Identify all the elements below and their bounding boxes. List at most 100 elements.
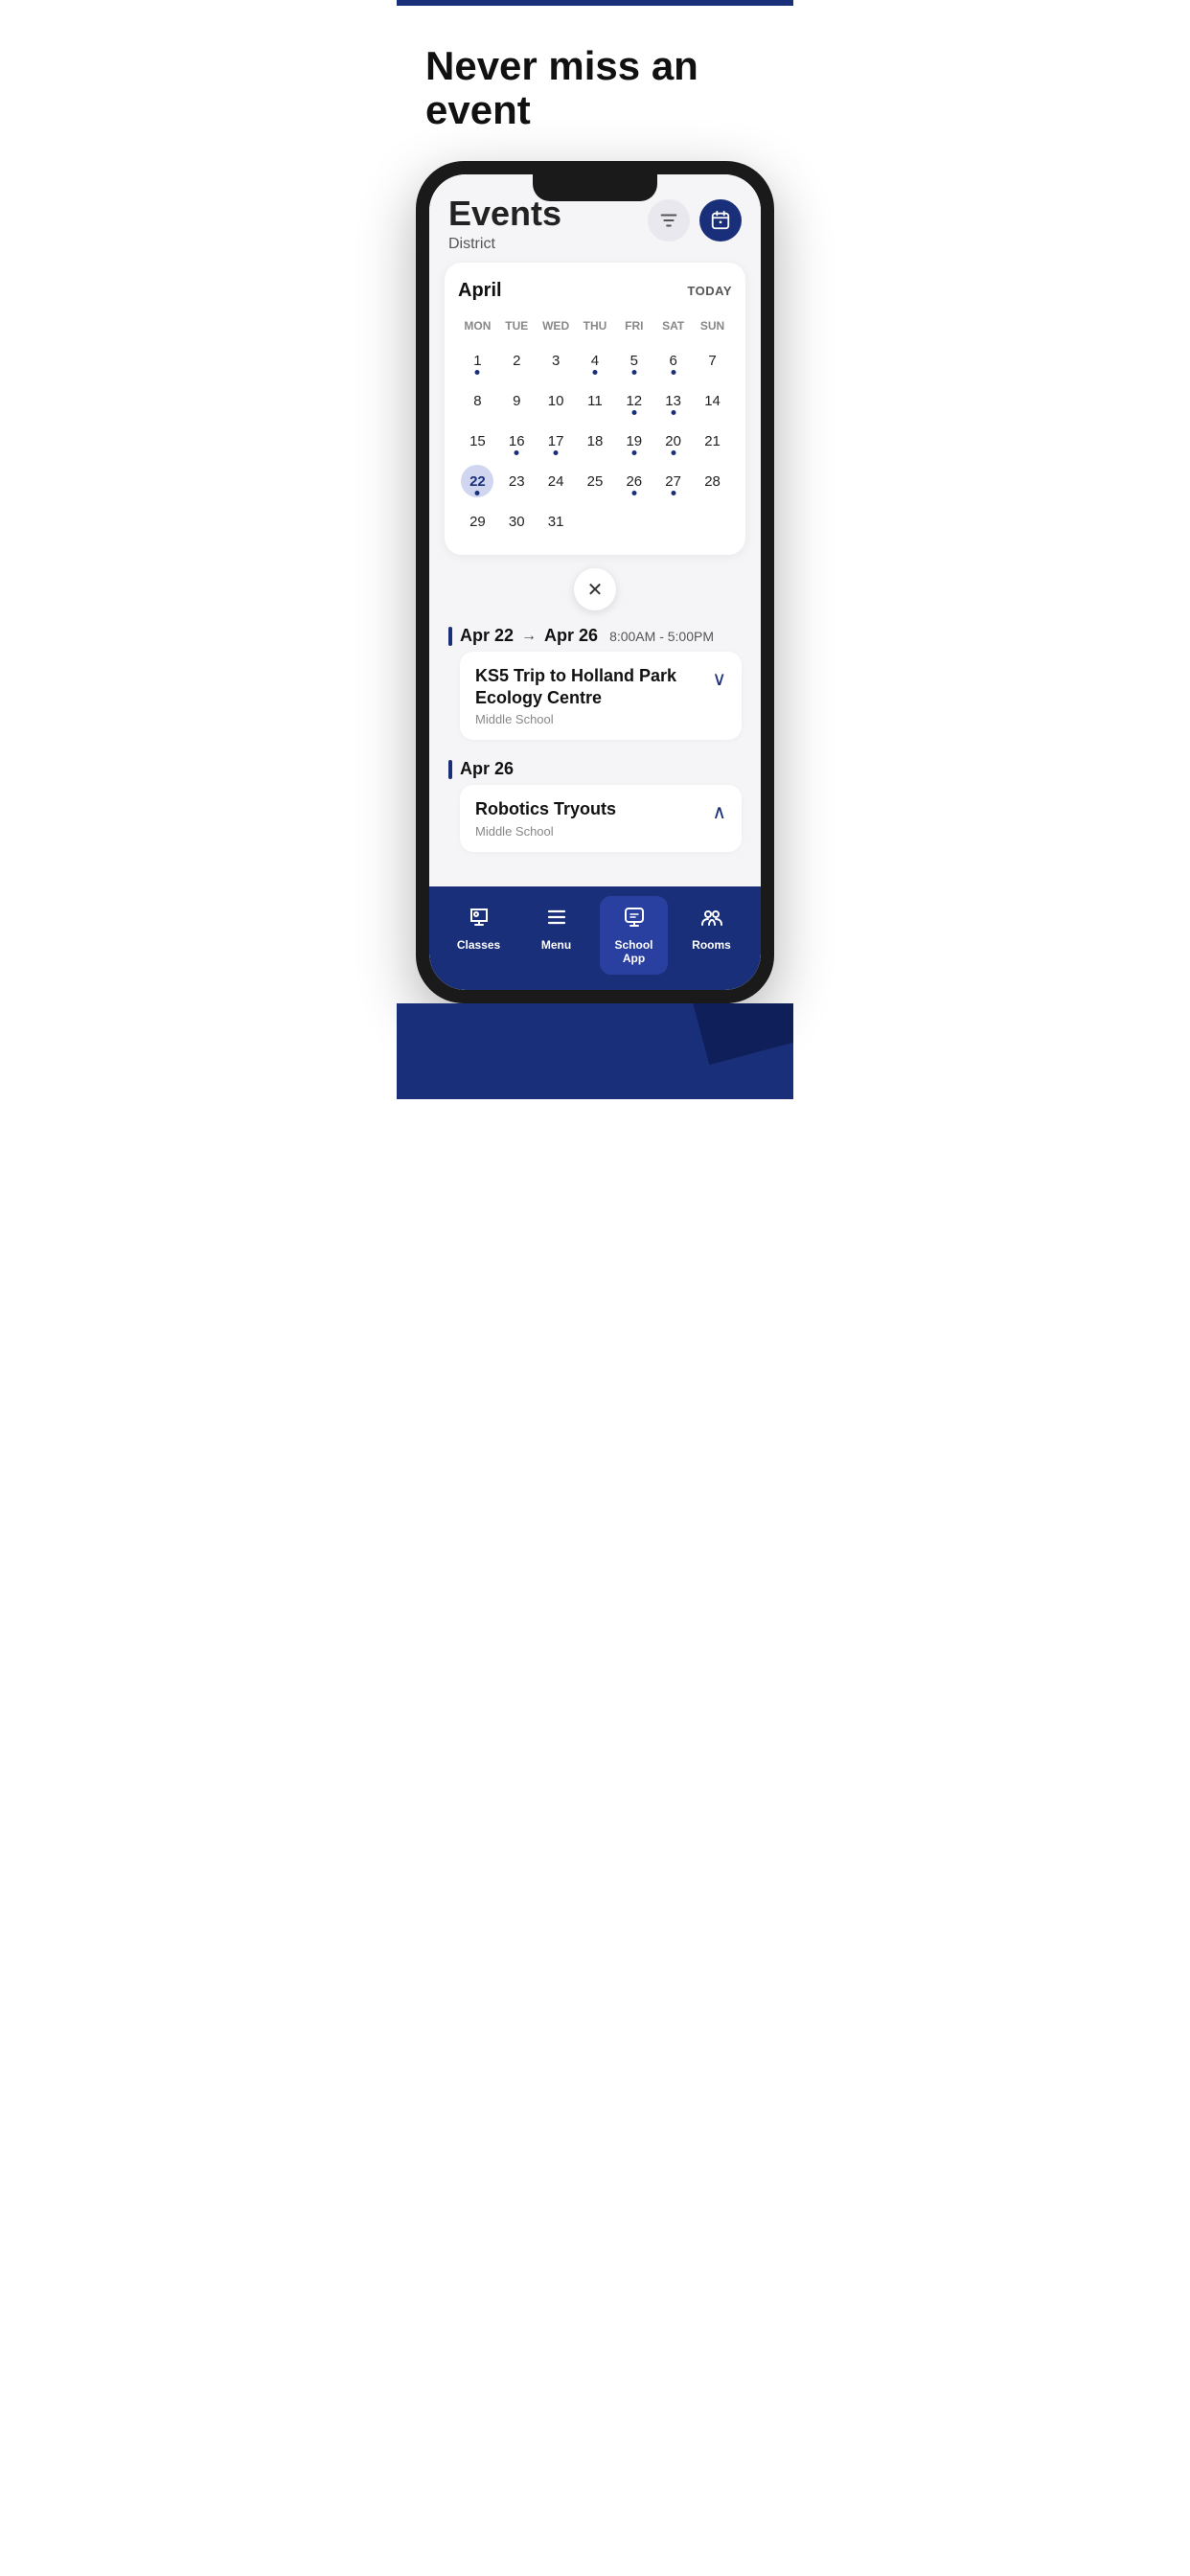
event-dot — [671, 491, 675, 495]
calendar-day-cell[interactable]: 24 — [537, 461, 576, 501]
event-card[interactable]: Robotics TryoutsMiddle School∧ — [460, 785, 742, 852]
calendar-day-cell[interactable]: 13 — [653, 380, 693, 421]
calendar-day[interactable]: 9 — [500, 384, 533, 417]
calendar-day[interactable]: 27 — [657, 465, 690, 497]
event-dot — [671, 410, 675, 415]
calendar-day[interactable]: 26 — [618, 465, 651, 497]
calendar-day-cell[interactable]: 6 — [653, 340, 693, 380]
calendar-day-cell[interactable]: 9 — [497, 380, 537, 421]
day-number: 1 — [473, 353, 481, 369]
calendar-day-cell[interactable]: 8 — [458, 380, 497, 421]
calendar-day-cell[interactable]: 27 — [653, 461, 693, 501]
calendar-day[interactable]: 8 — [461, 384, 493, 417]
nav-button-menu[interactable]: Menu — [522, 896, 590, 975]
calendar-day-cell[interactable]: 7 — [693, 340, 732, 380]
calendar-day[interactable]: 10 — [539, 384, 572, 417]
event-location: Middle School — [475, 824, 616, 839]
event-item: Apr 22→Apr 268:00AM - 5:00PMKS5 Trip to … — [448, 626, 742, 740]
calendar-day-cell[interactable]: 30 — [497, 501, 537, 541]
calendar-day-cell[interactable]: 16 — [497, 421, 537, 461]
calendar-day[interactable]: 24 — [539, 465, 572, 497]
calendar-icon — [710, 210, 731, 231]
calendar-day-cell[interactable]: 15 — [458, 421, 497, 461]
calendar-day[interactable]: 23 — [500, 465, 533, 497]
calendar-day-header: SUN — [693, 315, 732, 340]
day-number: 13 — [665, 393, 681, 409]
phone-wrapper: Events District — [397, 161, 793, 1003]
calendar-day-cell[interactable]: 22 — [458, 461, 497, 501]
calendar-day-cell[interactable]: 25 — [576, 461, 615, 501]
day-number: 20 — [665, 433, 681, 449]
calendar-day[interactable]: 15 — [461, 425, 493, 457]
calendar-day[interactable]: 21 — [697, 425, 729, 457]
calendar-day-header: WED — [537, 315, 576, 340]
calendar-day-cell[interactable]: 1 — [458, 340, 497, 380]
calendar-day-cell[interactable]: 28 — [693, 461, 732, 501]
calendar-day-cell[interactable]: 21 — [693, 421, 732, 461]
calendar-day-cell[interactable]: 2 — [497, 340, 537, 380]
calendar-day-header: TUE — [497, 315, 537, 340]
calendar-day-cell[interactable]: 10 — [537, 380, 576, 421]
close-calendar-button[interactable]: ✕ — [574, 568, 616, 610]
calendar-day-cell[interactable]: 29 — [458, 501, 497, 541]
calendar-day-cell[interactable]: 20 — [653, 421, 693, 461]
calendar-day-cell[interactable]: 26 — [614, 461, 653, 501]
chevron-down-icon[interactable]: ∨ — [712, 667, 726, 691]
calendar-today[interactable]: 22 — [461, 465, 493, 497]
calendar-day[interactable]: 6 — [657, 344, 690, 377]
calendar-day-cell[interactable]: 18 — [576, 421, 615, 461]
day-number: 4 — [591, 353, 599, 369]
calendar-view-button[interactable] — [699, 199, 742, 242]
calendar-day-cell[interactable]: 23 — [497, 461, 537, 501]
calendar-day[interactable]: 11 — [579, 384, 611, 417]
calendar-day-cell[interactable]: 14 — [693, 380, 732, 421]
events-subtitle: District — [448, 236, 561, 253]
event-dot — [671, 370, 675, 375]
calendar-day-cell[interactable]: 31 — [537, 501, 576, 541]
calendar-day-cell[interactable]: 3 — [537, 340, 576, 380]
calendar-day[interactable]: 1 — [461, 344, 493, 377]
calendar-day-cell[interactable]: 5 — [614, 340, 653, 380]
calendar-day-cell[interactable]: 19 — [614, 421, 653, 461]
calendar-day[interactable]: 29 — [461, 505, 493, 538]
calendar-day-header: THU — [576, 315, 615, 340]
calendar-day[interactable]: 3 — [539, 344, 572, 377]
chevron-up-icon[interactable]: ∧ — [712, 800, 726, 824]
filter-button[interactable] — [648, 199, 690, 242]
calendar-day[interactable]: 14 — [697, 384, 729, 417]
nav-label-menu: Menu — [541, 938, 571, 952]
calendar-day[interactable]: 12 — [618, 384, 651, 417]
event-dot — [631, 370, 636, 375]
calendar-day[interactable]: 18 — [579, 425, 611, 457]
day-number: 7 — [708, 353, 716, 369]
calendar-day[interactable]: 25 — [579, 465, 611, 497]
calendar-day[interactable]: 28 — [697, 465, 729, 497]
calendar-day-cell[interactable]: 12 — [614, 380, 653, 421]
nav-button-rooms[interactable]: Rooms — [677, 896, 745, 975]
calendar-day[interactable]: 5 — [618, 344, 651, 377]
day-number: 24 — [548, 473, 564, 490]
day-number: 19 — [626, 433, 642, 449]
calendar-day-cell — [576, 501, 615, 541]
calendar-day[interactable]: 30 — [500, 505, 533, 538]
calendar-day[interactable]: 20 — [657, 425, 690, 457]
event-card[interactable]: KS5 Trip to Holland Park Ecology CentreM… — [460, 652, 742, 740]
calendar-day-cell[interactable]: 17 — [537, 421, 576, 461]
calendar-day[interactable]: 16 — [500, 425, 533, 457]
day-number: 8 — [473, 393, 481, 409]
today-button[interactable]: TODAY — [687, 284, 732, 298]
calendar-day[interactable]: 19 — [618, 425, 651, 457]
calendar-day-cell[interactable]: 4 — [576, 340, 615, 380]
calendar-day[interactable]: 17 — [539, 425, 572, 457]
nav-button-classes[interactable]: Classes — [445, 896, 513, 975]
calendar-day[interactable]: 4 — [579, 344, 611, 377]
calendar-day-cell[interactable]: 11 — [576, 380, 615, 421]
calendar-day[interactable]: 13 — [657, 384, 690, 417]
calendar-day[interactable]: 2 — [500, 344, 533, 377]
day-number: 11 — [587, 393, 603, 409]
nav-button-school-app[interactable]: School App — [600, 896, 668, 975]
calendar-day[interactable]: 31 — [539, 505, 572, 538]
calendar-day[interactable]: 7 — [697, 344, 729, 377]
header-buttons — [648, 199, 742, 242]
day-number: 28 — [704, 473, 721, 490]
